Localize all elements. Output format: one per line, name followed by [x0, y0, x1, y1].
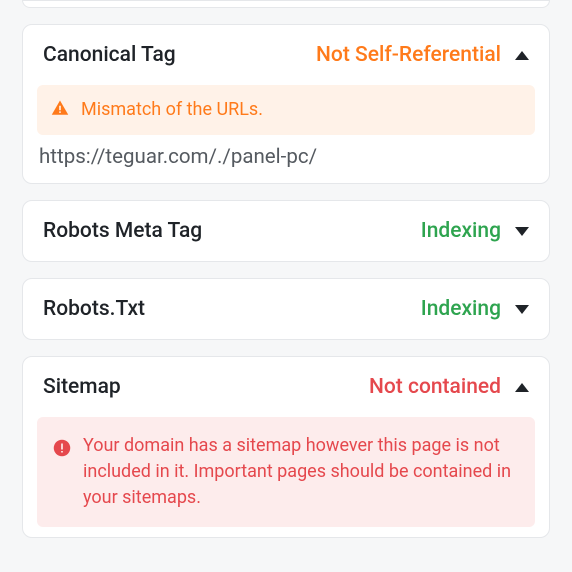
chevron-up-icon[interactable] [515, 51, 529, 60]
card-sitemap: Sitemap Not contained Your domain has a … [22, 356, 550, 538]
status-group: Not contained [369, 375, 529, 399]
card-stub-top [22, 0, 550, 8]
status-group: Indexing [421, 219, 529, 243]
status-group: Indexing [421, 297, 529, 321]
card-title: Robots.Txt [43, 297, 145, 321]
chevron-up-icon[interactable] [515, 383, 529, 392]
card-header-sitemap[interactable]: Sitemap Not contained [23, 357, 549, 417]
card-title: Robots Meta Tag [43, 219, 202, 243]
chevron-down-icon[interactable] [515, 227, 529, 236]
status-label: Indexing [421, 219, 501, 243]
status-label: Not contained [369, 375, 501, 399]
status-label: Not Self-Referential [316, 43, 501, 67]
chevron-down-icon[interactable] [515, 305, 529, 314]
card-header-robots-meta[interactable]: Robots Meta Tag Indexing [23, 201, 549, 261]
status-group: Not Self-Referential [316, 43, 529, 67]
card-header-canonical[interactable]: Canonical Tag Not Self-Referential [23, 25, 549, 85]
error-circle-icon [53, 439, 71, 457]
canonical-url: https://teguar.com/./panel-pc/ [23, 145, 549, 183]
card-canonical: Canonical Tag Not Self-Referential Misma… [22, 24, 550, 184]
alert-text: Mismatch of the URLs. [81, 97, 263, 123]
status-label: Indexing [421, 297, 501, 321]
card-title: Sitemap [43, 375, 121, 399]
card-robots-meta: Robots Meta Tag Indexing [22, 200, 550, 262]
card-robots-txt: Robots.Txt Indexing [22, 278, 550, 340]
alert-text: Your domain has a sitemap however this p… [83, 433, 519, 511]
card-header-robots-txt[interactable]: Robots.Txt Indexing [23, 279, 549, 339]
alert-warning: Mismatch of the URLs. [37, 85, 535, 135]
alert-error: Your domain has a sitemap however this p… [37, 417, 535, 527]
warning-triangle-icon [51, 99, 69, 117]
card-title: Canonical Tag [43, 43, 176, 67]
